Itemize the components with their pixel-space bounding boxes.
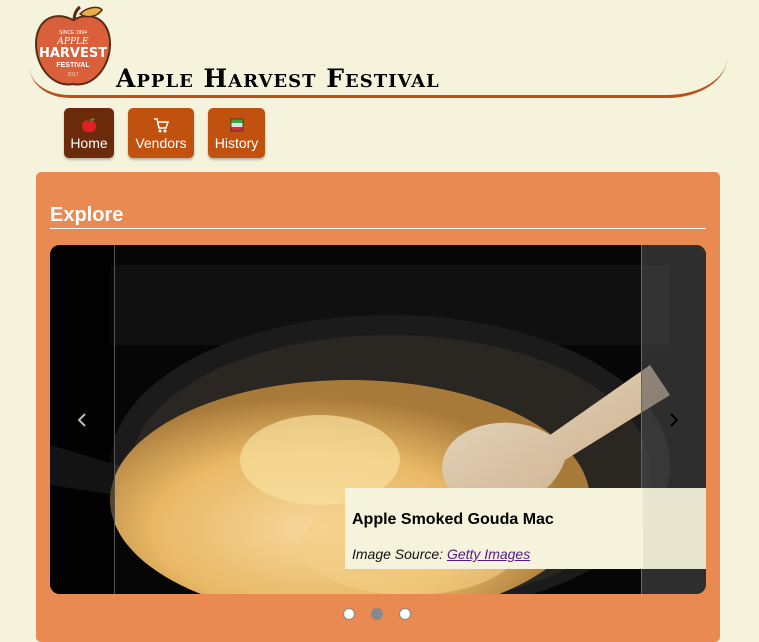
carousel-dot-2[interactable] (371, 608, 383, 620)
nav-home-label: Home (70, 135, 108, 151)
image-source-link[interactable]: Getty Images (447, 546, 530, 562)
image-source-label: Image Source: (352, 546, 444, 562)
nav-vendors-button[interactable]: Vendors (128, 108, 194, 158)
logo-line1: SINCE 1994 (59, 30, 87, 36)
chevron-right-icon (670, 412, 679, 427)
carousel-dot-1[interactable] (343, 608, 355, 620)
festival-logo[interactable]: SINCE 1994 APPLE HARVEST FESTIVAL 2017 (34, 4, 112, 90)
books-icon (230, 118, 243, 132)
nav-history-button[interactable]: History (208, 108, 265, 158)
carousel-prev-button[interactable] (50, 245, 115, 594)
image-source: Image Source: Getty Images (352, 546, 530, 562)
slide-title: Apple Smoked Gouda Mac (352, 511, 554, 528)
nav-history-label: History (214, 135, 259, 151)
image-carousel[interactable]: Apple Smoked Gouda Mac Image Source: Get… (50, 245, 706, 594)
chevron-left-icon (77, 412, 86, 427)
apple-icon (82, 117, 96, 133)
cart-icon (154, 118, 169, 133)
slide-caption: Apple Smoked Gouda Mac Image Source: Get… (345, 488, 706, 569)
site-title: Apple Harvest Festival (116, 64, 440, 93)
logo-line3: HARVEST (39, 46, 107, 61)
logo-line4: FESTIVAL (56, 62, 90, 69)
logo-line5: 2017 (67, 72, 78, 78)
nav-vendors-label: Vendors (135, 135, 187, 151)
nav-home-button[interactable]: Home (64, 108, 114, 158)
carousel-dot-3[interactable] (399, 608, 411, 620)
section-title: Explore (50, 204, 706, 229)
